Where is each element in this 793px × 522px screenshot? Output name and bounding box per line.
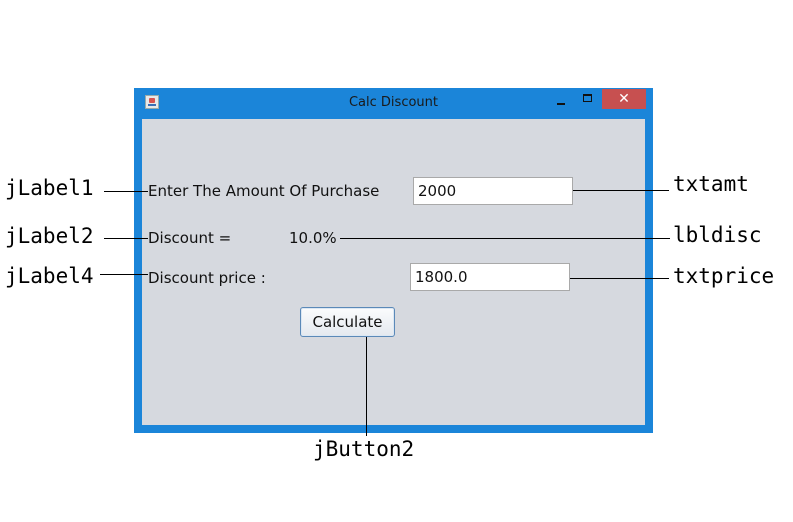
annotation-jlabel1: jLabel1 xyxy=(5,176,94,200)
amount-label: Enter The Amount Of Purchase xyxy=(148,182,380,200)
leader-line-txtamt xyxy=(573,190,669,191)
close-icon[interactable]: ✕ xyxy=(602,89,646,109)
discount-price-field[interactable]: 1800.0 xyxy=(410,263,570,291)
leader-line-jlabel4 xyxy=(100,274,148,275)
annotation-txtamt: txtamt xyxy=(673,172,749,196)
discount-price-label: Discount price : xyxy=(148,269,266,287)
annotation-jlabel4: jLabel4 xyxy=(5,264,94,288)
window-title: Calc Discount xyxy=(348,95,438,110)
leader-line-jbutton2 xyxy=(366,337,367,436)
annotation-txtprice: txtprice xyxy=(673,264,775,288)
title-bar[interactable]: Calc Discount ✕ xyxy=(134,88,653,117)
maximize-icon[interactable] xyxy=(583,94,592,102)
annotation-lbldisc: lbldisc xyxy=(673,223,762,247)
annotation-jbutton2: jButton2 xyxy=(313,437,415,461)
annotation-jlabel2: jLabel2 xyxy=(5,224,94,248)
leader-line-jlabel2 xyxy=(104,238,148,239)
amount-input[interactable]: 2000 xyxy=(413,177,573,205)
calc-discount-window: Calc Discount ✕ xyxy=(134,88,653,433)
discount-label: Discount = xyxy=(148,229,232,247)
calculate-button[interactable]: Calculate xyxy=(300,307,395,337)
discount-value: 10.0% xyxy=(289,229,337,247)
leader-line-lbldisc xyxy=(340,238,670,239)
leader-line-jlabel1 xyxy=(104,191,148,192)
leader-line-txtprice xyxy=(570,278,669,279)
minimize-icon[interactable] xyxy=(556,93,566,107)
